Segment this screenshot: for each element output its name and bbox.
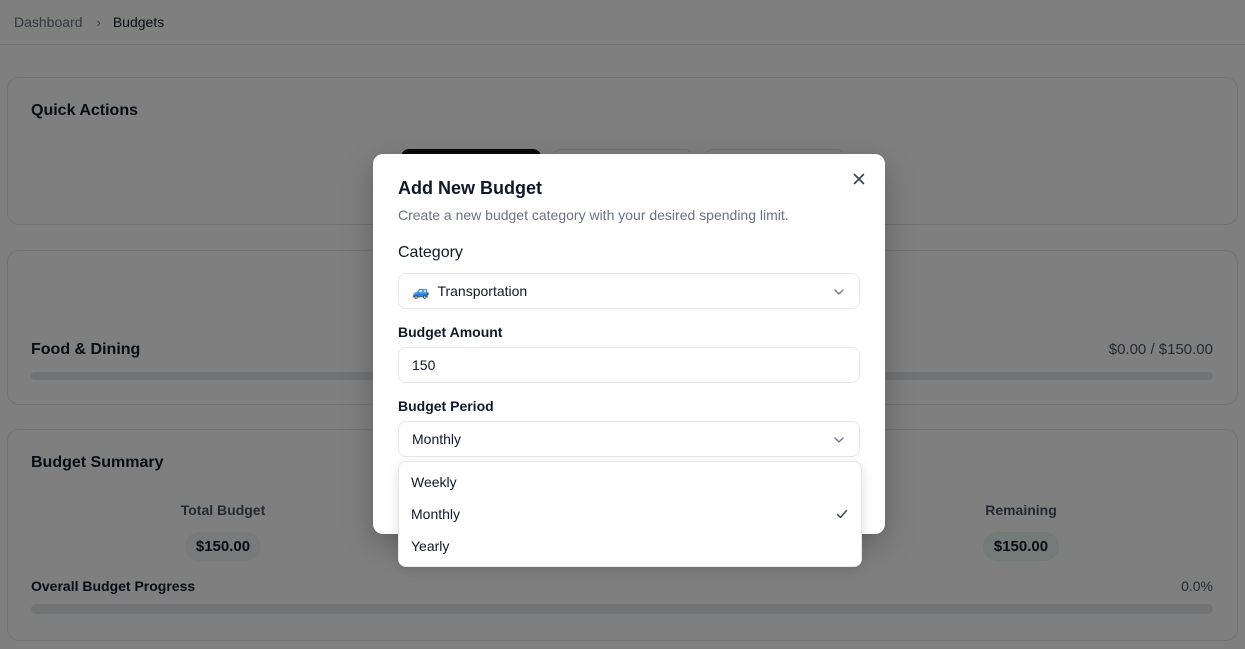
dialog-description: Create a new budget category with your d…: [398, 207, 789, 223]
car-icon: 🚙: [412, 282, 430, 299]
chevron-down-icon: [834, 437, 844, 443]
category-label: Category: [398, 244, 463, 261]
chevron-down-icon: [834, 289, 844, 295]
budget-period-listbox: Weekly Monthly Yearly: [398, 461, 862, 567]
close-icon[interactable]: [850, 170, 868, 188]
budget-period-select-value: Monthly: [412, 431, 462, 447]
category-select-value: Transportation: [437, 283, 528, 299]
budget-period-label: Budget Period: [398, 398, 494, 414]
period-option-weekly[interactable]: Weekly: [399, 466, 861, 498]
option-label: Weekly: [411, 474, 457, 490]
category-select[interactable]: 🚙 Transportation: [398, 273, 860, 309]
dialog-title: Add New Budget: [398, 178, 542, 198]
option-label: Monthly: [411, 506, 461, 522]
budget-amount-input[interactable]: [412, 357, 859, 373]
budget-period-select[interactable]: Monthly: [398, 421, 860, 457]
check-icon: [836, 509, 848, 519]
period-option-yearly[interactable]: Yearly: [399, 530, 861, 562]
budget-amount-field[interactable]: [398, 347, 860, 383]
period-option-monthly[interactable]: Monthly: [399, 498, 861, 530]
option-label: Yearly: [411, 538, 450, 554]
budget-amount-label: Budget Amount: [398, 324, 503, 340]
